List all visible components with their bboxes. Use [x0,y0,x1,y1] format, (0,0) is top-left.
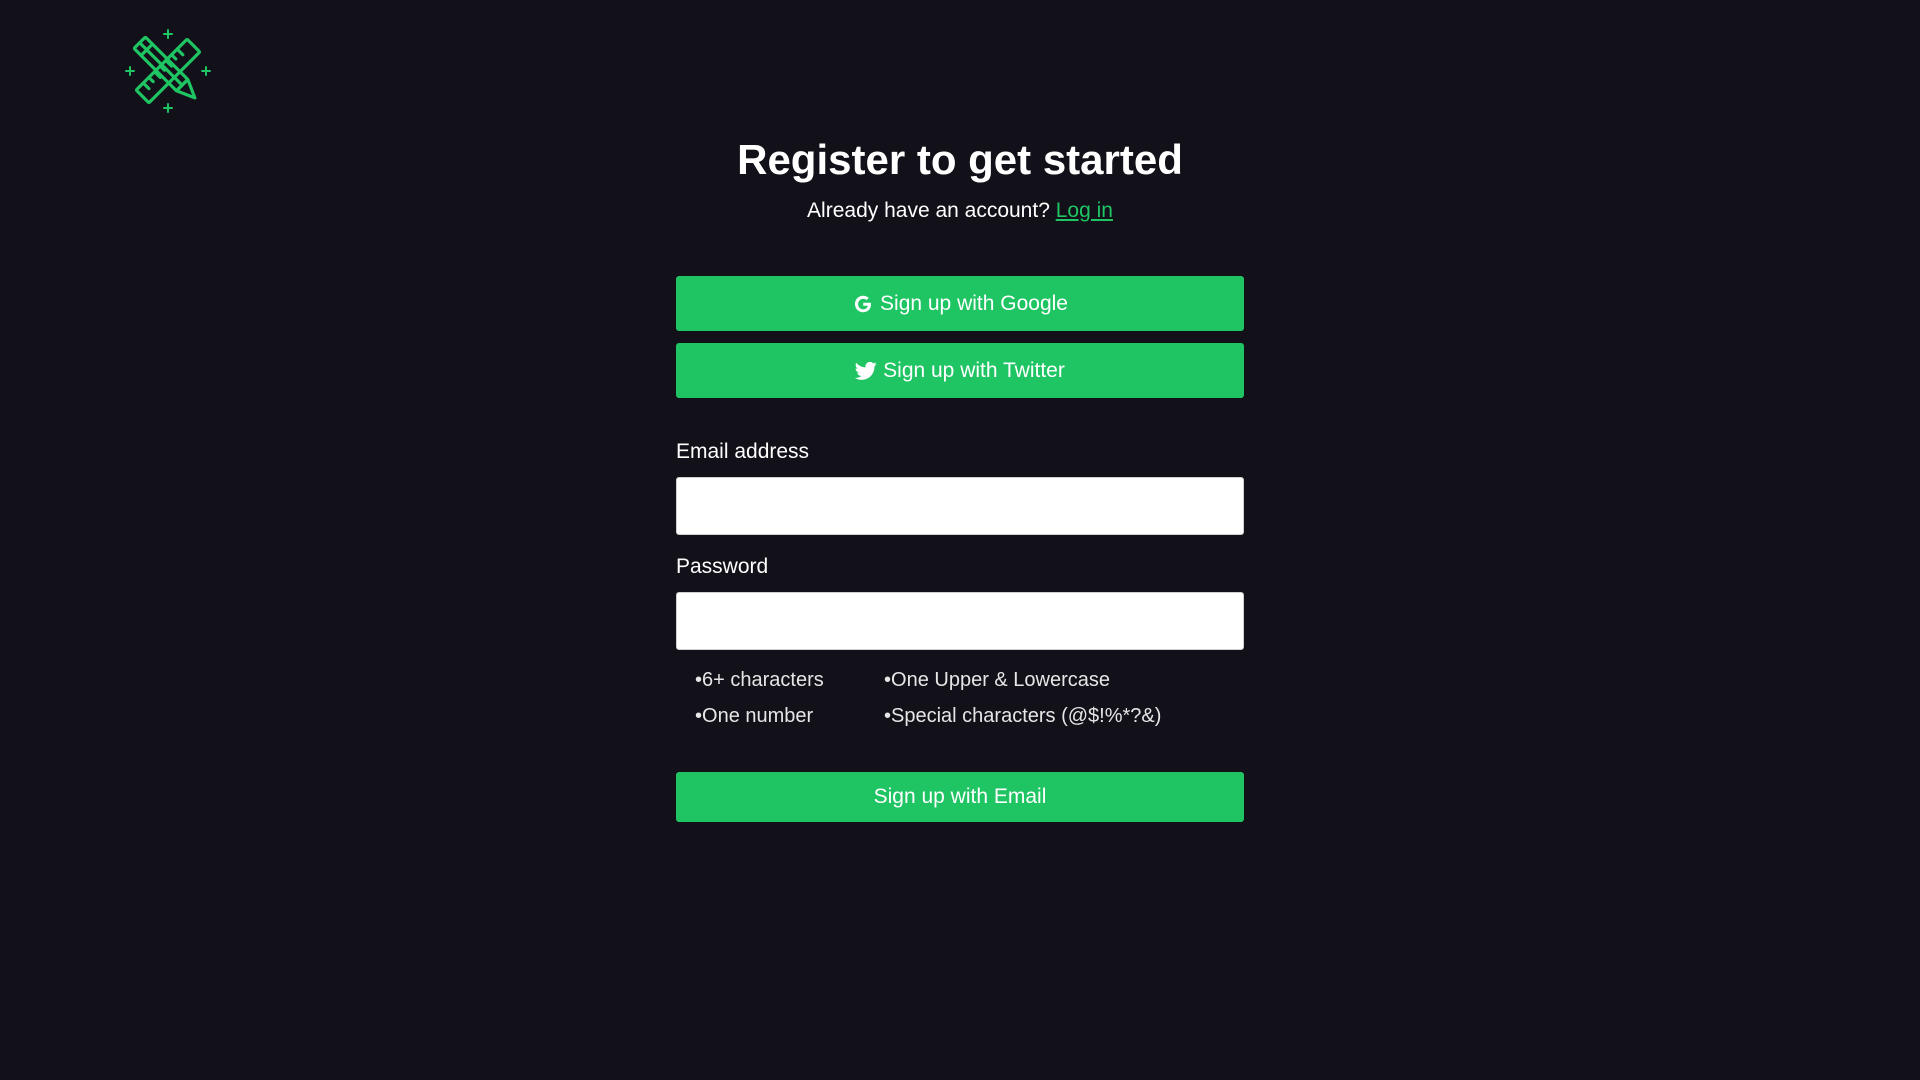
requirement-number: One number [695,702,884,730]
login-prompt: Already have an account? Log in [676,196,1244,226]
email-label: Email address [676,440,810,463]
logo[interactable] [124,28,212,114]
requirement-case: One Upper & Lowercase [884,666,1235,694]
twitter-signup-label: Sign up with Twitter [883,358,1065,382]
account-prompt-text: Already have an account? [807,199,1050,222]
email-signup-button[interactable]: Sign up with Email [676,772,1244,822]
email-input[interactable] [676,477,1244,535]
password-label: Password [676,555,769,578]
twitter-signup-button[interactable]: Sign up with Twitter [676,343,1244,398]
requirement-min-length: 6+ characters [695,666,884,694]
google-icon [852,293,874,315]
google-signup-button[interactable]: Sign up with Google [676,276,1244,331]
requirement-special: Special characters (@$!%*?&) [884,702,1235,730]
password-input[interactable] [676,592,1244,650]
pencil-ruler-icon [125,29,211,113]
twitter-icon [855,360,877,382]
password-requirements: 6+ characters One Upper & Lowercase One … [695,666,1235,730]
login-link[interactable]: Log in [1056,199,1113,222]
page-title: Register to get started [737,136,1183,183]
google-signup-label: Sign up with Google [880,291,1068,315]
